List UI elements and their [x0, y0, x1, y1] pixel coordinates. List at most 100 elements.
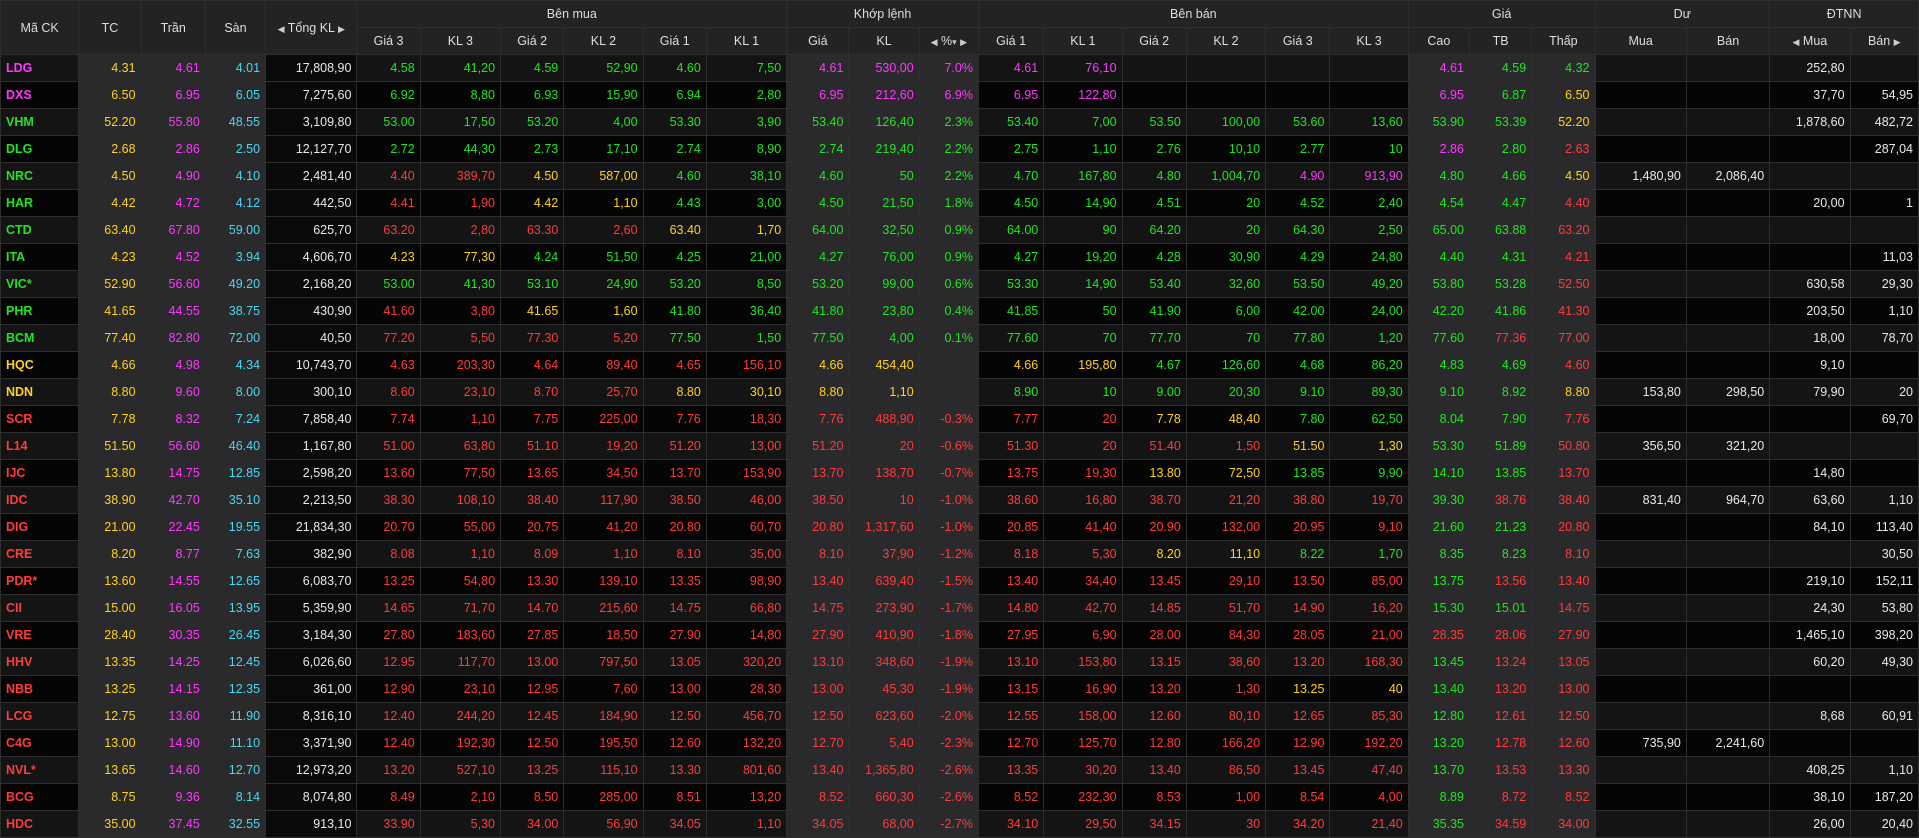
- table-row[interactable]: LCG 12.75 13.60 11.90 8,316,10 12.40 244,20 12.…: [0, 702, 1919, 730]
- symbol-cell[interactable]: NBB: [0, 675, 80, 703]
- symbol-cell[interactable]: HDC: [0, 810, 80, 838]
- symbol-cell[interactable]: IDC: [0, 486, 80, 514]
- table-row[interactable]: PHR 41.65 44.55 38.75 430,90 41.60 3,80 41.65 1,…: [0, 297, 1919, 325]
- col-match-vol[interactable]: KL: [848, 27, 920, 55]
- table-row[interactable]: HQC 4.66 4.98 4.34 10,743,70 4.63 203,30 4.64 89…: [0, 351, 1919, 379]
- table-row[interactable]: HDC 35.00 37.45 32.55 913,10 33.90 5,30 34.00 56…: [0, 810, 1919, 838]
- col-foreign-buy[interactable]: ◀ Mua: [1769, 27, 1851, 55]
- col-buy-vol1[interactable]: KL 1: [705, 27, 788, 55]
- col-pending-buy[interactable]: Mua: [1594, 27, 1687, 55]
- caret-left-icon[interactable]: ◀: [1793, 37, 1800, 47]
- col-symbol[interactable]: Mã CK: [0, 0, 80, 55]
- symbol-cell[interactable]: C4G: [0, 729, 80, 757]
- symbol-cell[interactable]: LDG: [0, 54, 80, 82]
- symbol-cell[interactable]: CRE: [0, 540, 80, 568]
- table-cell: 16,80: [1043, 486, 1123, 514]
- table-row[interactable]: DLG 2.68 2.86 2.50 12,127,70 2.72 44,30 2.73 17,…: [0, 135, 1919, 163]
- symbol-cell[interactable]: PDR*: [0, 567, 80, 595]
- symbol-cell[interactable]: NRC: [0, 162, 80, 190]
- col-match-price[interactable]: Giá: [786, 27, 850, 55]
- table-row[interactable]: LDG 4.31 4.61 4.01 17,808,90 4.58 41,20 4.59 52,…: [0, 54, 1919, 82]
- col-buy-price3[interactable]: Giá 3: [356, 27, 421, 55]
- col-sell-price3[interactable]: Giá 3: [1265, 27, 1331, 55]
- table-cell: 9,10: [1769, 351, 1851, 379]
- symbol-cell[interactable]: VHM: [0, 108, 80, 136]
- table-cell: 7,858,40: [265, 405, 358, 433]
- table-cell: 4.68: [1265, 351, 1331, 379]
- col-buy-vol3[interactable]: KL 3: [419, 27, 502, 55]
- col-avg[interactable]: TB: [1468, 27, 1533, 55]
- col-sell-vol1[interactable]: KL 1: [1043, 27, 1123, 55]
- table-row[interactable]: BCG 8.75 9.36 8.14 8,074,80 8.49 2,10 8.50 285,0…: [0, 783, 1919, 811]
- symbol-cell[interactable]: NDN: [0, 378, 80, 406]
- table-row[interactable]: IJC 13.80 14.75 12.85 2,598,20 13.60 77,50 13.6…: [0, 459, 1919, 487]
- col-match-pct[interactable]: ◀ %▾ ▶: [918, 27, 979, 55]
- table-row[interactable]: NRC 4.50 4.90 4.10 2,481,40 4.40 389,70 4.50 587…: [0, 162, 1919, 190]
- col-high[interactable]: Cao: [1407, 27, 1470, 55]
- table-row[interactable]: NVL* 13.65 14.60 12.70 12,973,20 13.20 527,10 1…: [0, 756, 1919, 784]
- col-sell-price2[interactable]: Giá 2: [1121, 27, 1187, 55]
- symbol-cell[interactable]: LCG: [0, 702, 80, 730]
- col-sell-price1[interactable]: Giá 1: [977, 27, 1045, 55]
- table-cell: 84,30: [1185, 621, 1267, 649]
- table-row[interactable]: NBB 13.25 14.15 12.35 361,00 12.90 23,10 12.95 7…: [0, 675, 1919, 703]
- table-row[interactable]: VHM 52.20 55.80 48.55 3,109,80 53.00 17,50 53.2…: [0, 108, 1919, 136]
- table-cell: -1.9%: [918, 675, 979, 703]
- col-sell-vol3[interactable]: KL 3: [1329, 27, 1409, 55]
- symbol-cell[interactable]: ITA: [0, 243, 80, 271]
- caret-right-icon[interactable]: ▶: [338, 24, 345, 34]
- symbol-cell[interactable]: DXS: [0, 81, 80, 109]
- symbol-cell[interactable]: CTD: [0, 216, 80, 244]
- table-row[interactable]: DIG 21.00 22.45 19.55 21,834,30 20.70 55,00 20.…: [0, 513, 1919, 541]
- table-row[interactable]: HAR 4.42 4.72 4.12 442,50 4.41 1,90 4.42 1,10 4.4…: [0, 189, 1919, 217]
- symbol-cell[interactable]: HAR: [0, 189, 80, 217]
- symbol-cell[interactable]: IJC: [0, 459, 80, 487]
- table-cell: 41,20: [419, 54, 502, 82]
- table-row[interactable]: CII 15.00 16.05 13.95 5,359,90 14.65 71,70 14.7…: [0, 594, 1919, 622]
- symbol-cell[interactable]: HHV: [0, 648, 80, 676]
- table-cell: 52.90: [78, 270, 142, 298]
- symbol-cell[interactable]: PHR: [0, 297, 80, 325]
- table-row[interactable]: BCM 77.40 82.80 72.00 40,50 77.20 5,50 77.30 5,2…: [0, 324, 1919, 352]
- col-pending-sell[interactable]: Bán: [1685, 27, 1771, 55]
- symbol-cell[interactable]: DLG: [0, 135, 80, 163]
- table-row[interactable]: SCR 7.78 8.32 7.24 7,858,40 7.74 1,10 7.75 225,0…: [0, 405, 1919, 433]
- symbol-cell[interactable]: SCR: [0, 405, 80, 433]
- caret-right-icon[interactable]: ▶: [960, 37, 967, 47]
- table-row[interactable]: NDN 8.80 9.60 8.00 300,10 8.60 23,10 8.70 25,70 8…: [0, 378, 1919, 406]
- table-row[interactable]: C4G 13.00 14.90 11.10 3,371,90 12.40 192,30 12.…: [0, 729, 1919, 757]
- table-row[interactable]: PDR* 13.60 14.55 12.65 6,083,70 13.25 54,80 13.…: [0, 567, 1919, 595]
- symbol-cell[interactable]: VIC*: [0, 270, 80, 298]
- col-foreign-sell[interactable]: Bán ▶: [1849, 27, 1919, 55]
- symbol-cell[interactable]: VRE: [0, 621, 80, 649]
- symbol-cell[interactable]: NVL*: [0, 756, 80, 784]
- table-row[interactable]: CRE 8.20 8.77 7.63 382,90 8.08 1,10 8.09 1,10 8.1…: [0, 540, 1919, 568]
- table-row[interactable]: L14 51.50 56.60 46.40 1,167,80 51.00 63,80 51.1…: [0, 432, 1919, 460]
- col-low[interactable]: Thấp: [1531, 27, 1596, 55]
- table-row[interactable]: VRE 28.40 30.35 26.45 3,184,30 27.80 183,60 27.…: [0, 621, 1919, 649]
- symbol-cell[interactable]: BCM: [0, 324, 80, 352]
- col-floor[interactable]: Sàn: [204, 0, 267, 55]
- table-row[interactable]: DXS 6.50 6.95 6.05 7,275,60 6.92 8,80 6.93 15,90…: [0, 81, 1919, 109]
- caret-left-icon[interactable]: ◀: [278, 24, 285, 34]
- symbol-cell[interactable]: L14: [0, 432, 80, 460]
- table-row[interactable]: ITA 4.23 4.52 3.94 4,606,70 4.23 77,30 4.24 51,5…: [0, 243, 1919, 271]
- symbol-cell[interactable]: DIG: [0, 513, 80, 541]
- col-buy-vol2[interactable]: KL 2: [563, 27, 644, 55]
- table-row[interactable]: HHV 13.35 14.25 12.45 6,026,60 12.95 117,70 13.…: [0, 648, 1919, 676]
- col-total-vol[interactable]: ◀ Tổng KL ▶: [265, 0, 358, 55]
- symbol-cell[interactable]: CII: [0, 594, 80, 622]
- col-sell-vol2[interactable]: KL 2: [1185, 27, 1267, 55]
- caret-left-icon[interactable]: ◀: [931, 37, 938, 47]
- table-row[interactable]: IDC 38.90 42.70 35.10 2,213,50 38.30 108,10 38.…: [0, 486, 1919, 514]
- caret-right-icon[interactable]: ▶: [1894, 37, 1901, 47]
- col-buy-price1[interactable]: Giá 1: [642, 27, 707, 55]
- col-ceil[interactable]: Trần: [140, 0, 206, 55]
- table-cell: 7,00: [1043, 108, 1123, 136]
- table-row[interactable]: VIC* 52.90 56.60 49.20 2,168,20 53.00 41,30 53.…: [0, 270, 1919, 298]
- symbol-cell[interactable]: HQC: [0, 351, 80, 379]
- symbol-cell[interactable]: BCG: [0, 783, 80, 811]
- table-row[interactable]: CTD 63.40 67.80 59.00 625,70 63.20 2,80 63.30 2,…: [0, 216, 1919, 244]
- col-ref[interactable]: TC: [78, 0, 142, 55]
- col-buy-price2[interactable]: Giá 2: [500, 27, 565, 55]
